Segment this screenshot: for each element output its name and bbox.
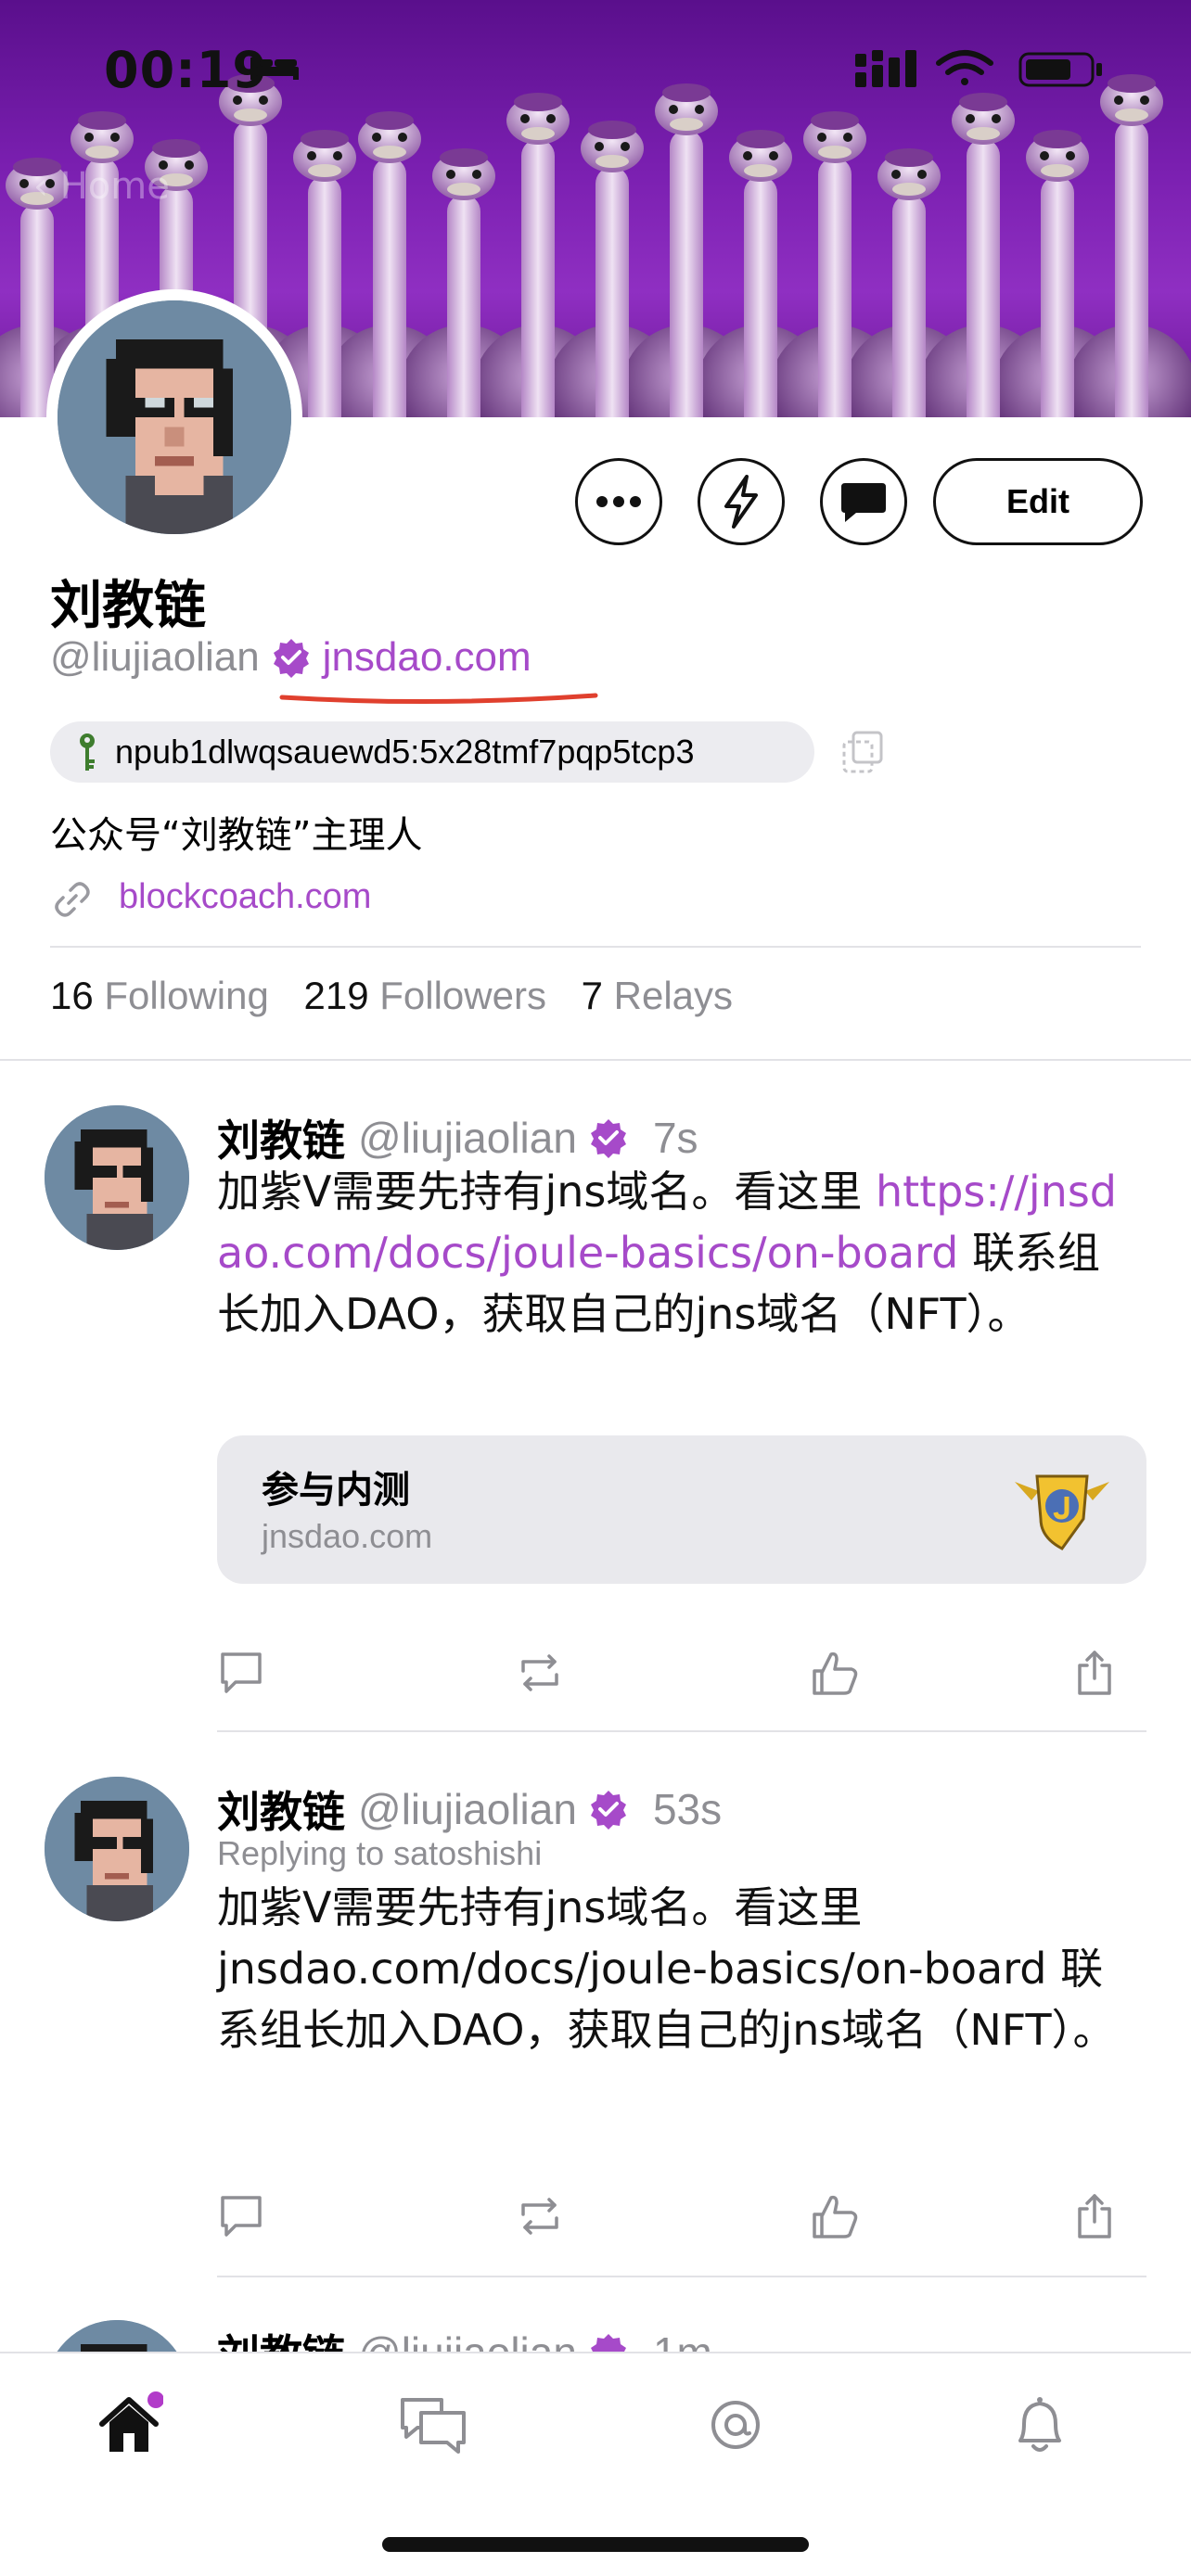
post-author-handle: @liujiaolian xyxy=(358,1114,577,1162)
relays-count: 7 xyxy=(581,974,603,1017)
post-text: 加紫V需要先持有jns域名。看这里 https://jnsdao.com/doc… xyxy=(217,1161,1135,1345)
divider xyxy=(50,946,1141,948)
battery-icon xyxy=(1018,52,1102,87)
repost-icon[interactable] xyxy=(514,1647,566,1699)
post-divider xyxy=(217,2276,1146,2277)
status-indicators xyxy=(855,50,1102,87)
post-avatar[interactable] xyxy=(45,1105,189,1250)
profile-display-name: 刘教链 xyxy=(50,576,206,636)
edit-profile-button[interactable]: Edit xyxy=(933,458,1143,545)
home-icon[interactable] xyxy=(95,2391,163,2459)
ellipsis-icon xyxy=(596,496,641,507)
home-indicator xyxy=(382,2537,809,2552)
link-preview-domain: jnsdao.com xyxy=(262,1517,433,1555)
more-options-button[interactable] xyxy=(575,458,662,545)
zap-icon xyxy=(724,475,758,529)
reply-icon[interactable] xyxy=(215,2190,267,2242)
post-text: 加紫V需要先持有jns域名。看这里 jnsdao.com/docs/joule-… xyxy=(217,1882,1116,2055)
copy-icon[interactable] xyxy=(840,729,887,775)
followers-stat[interactable]: 219 Followers xyxy=(303,974,570,1017)
share-icon[interactable] xyxy=(1069,2190,1121,2242)
notifications-icon[interactable] xyxy=(1005,2391,1074,2459)
profile-handle-row: @liujiaolian jnsdao.com xyxy=(50,634,531,681)
post-author-name[interactable]: 刘教链 xyxy=(217,1779,345,1840)
replying-to-label[interactable]: Replying to satoshishi xyxy=(217,1834,542,1873)
like-icon[interactable] xyxy=(809,1647,861,1699)
jns-logo-icon xyxy=(1015,1474,1109,1550)
post-author-handle: @liujiaolian xyxy=(358,1785,577,1833)
divider xyxy=(0,1059,1191,1061)
sleep-focus-icon xyxy=(250,57,299,80)
link-icon xyxy=(55,882,90,917)
message-icon xyxy=(841,483,886,522)
signal-icon xyxy=(855,50,916,87)
followers-label: Followers xyxy=(379,974,546,1017)
profile-handle: @liujiaolian xyxy=(50,634,260,680)
post-header: 刘教链 @liujiaolian 53s xyxy=(217,1779,722,1840)
message-button[interactable] xyxy=(820,458,907,545)
profile-avatar[interactable] xyxy=(46,289,302,545)
post-author-name[interactable]: 刘教链 xyxy=(217,1107,345,1168)
post-divider xyxy=(217,1730,1146,1732)
profile-website-link[interactable]: blockcoach.com xyxy=(119,877,371,917)
key-icon xyxy=(80,733,95,771)
zap-button[interactable] xyxy=(698,458,785,545)
reply-icon[interactable] xyxy=(215,1647,267,1699)
followers-count: 219 xyxy=(303,974,369,1017)
share-icon[interactable] xyxy=(1069,1647,1121,1699)
status-time: 00:19 xyxy=(104,41,268,99)
npub-text: npub1dlwqsauewd5:5x28tmf7pqp5tcp3 xyxy=(115,733,695,771)
post-timestamp: 7s xyxy=(652,1114,698,1162)
search-icon[interactable] xyxy=(701,2391,770,2459)
link-preview-title: 参与内测 xyxy=(262,1469,410,1511)
post-avatar[interactable] xyxy=(45,1777,189,1921)
repost-icon[interactable] xyxy=(514,2190,566,2242)
relays-stat[interactable]: 7 Relays xyxy=(582,974,757,1017)
post-text-segment: 加紫V需要先持有jns域名。看这里 xyxy=(217,1167,876,1217)
back-button[interactable]: ‹ Home xyxy=(33,165,170,208)
back-label: Home xyxy=(59,165,170,208)
following-label: Following xyxy=(104,974,269,1017)
wifi-icon xyxy=(936,50,993,85)
like-icon[interactable] xyxy=(809,2190,861,2242)
dms-icon[interactable] xyxy=(399,2391,467,2459)
verified-badge-icon xyxy=(273,639,309,678)
pixel-portrait xyxy=(45,1105,189,1250)
following-stat[interactable]: 16 Following xyxy=(50,974,293,1017)
profile-bio: 公众号“刘教链”主理人 xyxy=(50,814,423,857)
pixel-portrait xyxy=(45,1777,189,1921)
nip05-domain[interactable]: jnsdao.com xyxy=(323,634,531,681)
verified-badge-icon xyxy=(590,1791,626,1830)
relays-label: Relays xyxy=(613,974,734,1017)
red-underline-annotation xyxy=(279,693,598,705)
post-timestamp: 53s xyxy=(652,1785,723,1833)
chevron-left-icon: ‹ xyxy=(33,165,48,208)
link-preview-card[interactable]: 参与内测 jnsdao.com xyxy=(217,1435,1146,1584)
following-count: 16 xyxy=(50,974,94,1017)
post-header: 刘教链 @liujiaolian 7s xyxy=(217,1107,698,1168)
pixel-portrait xyxy=(58,300,291,534)
npub-pill[interactable]: npub1dlwqsauewd5:5x28tmf7pqp5tcp3 xyxy=(50,721,814,783)
verified-badge-icon xyxy=(590,1119,626,1158)
profile-stats: 16 Following 219 Followers 7 Relays xyxy=(50,974,757,1018)
